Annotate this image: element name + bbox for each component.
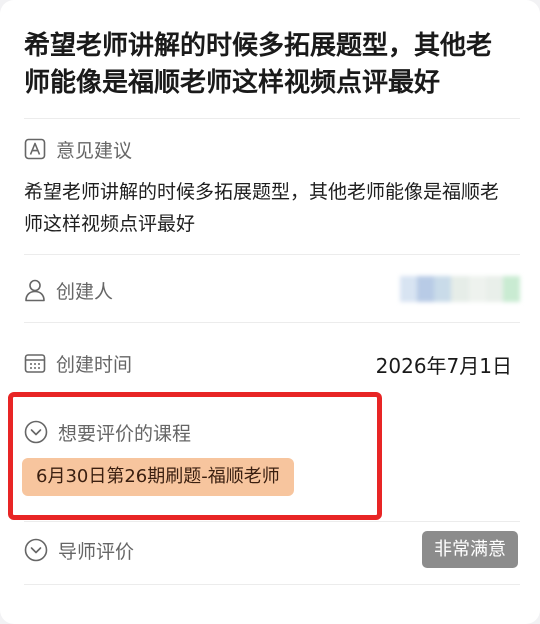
created-time-value: 2026年7月1日 xyxy=(375,354,512,378)
redacted-block xyxy=(502,276,520,302)
chevron-circle-icon xyxy=(24,538,48,562)
letter-a-icon xyxy=(24,138,46,160)
divider xyxy=(24,322,520,323)
redacted-block xyxy=(451,276,469,302)
creator-name-redacted xyxy=(400,276,520,302)
redacted-block xyxy=(485,276,503,302)
creator-label: 创建人 xyxy=(56,280,114,303)
created-time-label: 创建时间 xyxy=(56,353,133,376)
creator-label-row: 创建人 xyxy=(24,276,113,304)
calendar-icon xyxy=(24,352,46,374)
divider xyxy=(24,521,520,522)
divider xyxy=(24,118,520,119)
feedback-card: 希望老师讲解的时候多拓展题型，其他老师能像是福顺老师这样视频点评最好 意见建议 … xyxy=(0,0,540,624)
opinion-label: 意见建议 xyxy=(56,139,133,162)
redacted-block xyxy=(468,276,486,302)
redacted-block xyxy=(434,276,452,302)
tutor-rating-label-row: 导师评价 xyxy=(24,536,134,564)
person-icon xyxy=(24,278,46,302)
opinion-text: 希望老师讲解的时候多拓展题型，其他老师能像是福顺老师这样视频点评最好 xyxy=(24,181,500,235)
red-highlight-box xyxy=(8,392,382,520)
rating-badge[interactable]: 非常满意 xyxy=(422,531,518,568)
redacted-block xyxy=(400,276,418,302)
card-title: 希望老师讲解的时候多拓展题型，其他老师能像是福顺老师这样视频点评最好 xyxy=(24,31,493,98)
divider xyxy=(24,584,520,585)
opinion-label-row: 意见建议 xyxy=(24,135,132,163)
created-time-label-row: 创建时间 xyxy=(24,349,132,377)
tutor-rating-label: 导师评价 xyxy=(58,540,135,563)
divider xyxy=(24,254,520,255)
redacted-block xyxy=(417,276,435,302)
